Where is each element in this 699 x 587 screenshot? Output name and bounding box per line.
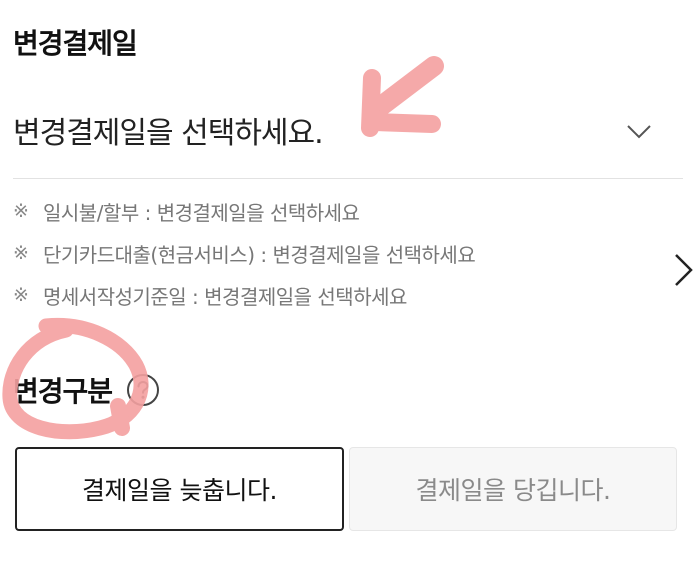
change-type-header: 변경구분 xyxy=(13,365,160,415)
help-circle-icon[interactable] xyxy=(126,373,160,407)
notice-text: 명세서작성기준일 : 변경결제일을 선택하세요 xyxy=(43,284,407,309)
delay-payment-date-button[interactable]: 결제일을 늦춥니다. xyxy=(15,447,344,531)
notice-list: ※ 일시불/할부 : 변경결제일을 선택하세요 ※ 단기카드대출(현금서비스) … xyxy=(13,190,663,316)
change-type-label: 변경구분 xyxy=(13,375,113,408)
notice-text: 단기카드대출(현금서비스) : 변경결제일을 선택하세요 xyxy=(43,242,476,267)
notice-item: ※ 단기카드대출(현금서비스) : 변경결제일을 선택하세요 xyxy=(13,232,663,274)
dropdown-value: 변경결제일을 선택하세요. xyxy=(13,116,324,151)
reference-mark: ※ xyxy=(13,284,29,306)
notice-item: ※ 명세서작성기준일 : 변경결제일을 선택하세요 xyxy=(13,274,663,316)
chevron-right-icon[interactable] xyxy=(672,250,696,290)
section-title: 변경결제일 xyxy=(13,27,138,60)
advance-payment-date-button[interactable]: 결제일을 당깁니다. xyxy=(349,447,677,531)
payment-date-dropdown[interactable]: 변경결제일을 선택하세요. xyxy=(13,100,683,179)
notice-text: 일시불/할부 : 변경결제일을 선택하세요 xyxy=(43,200,360,225)
reference-mark: ※ xyxy=(13,242,29,264)
reference-mark: ※ xyxy=(13,200,29,222)
notice-item: ※ 일시불/할부 : 변경결제일을 선택하세요 xyxy=(13,190,663,232)
chevron-down-icon xyxy=(627,125,651,139)
payment-date-change-page: 변경결제일 변경결제일을 선택하세요. ※ 일시불/할부 : 변경결제일을 선택… xyxy=(0,0,699,587)
